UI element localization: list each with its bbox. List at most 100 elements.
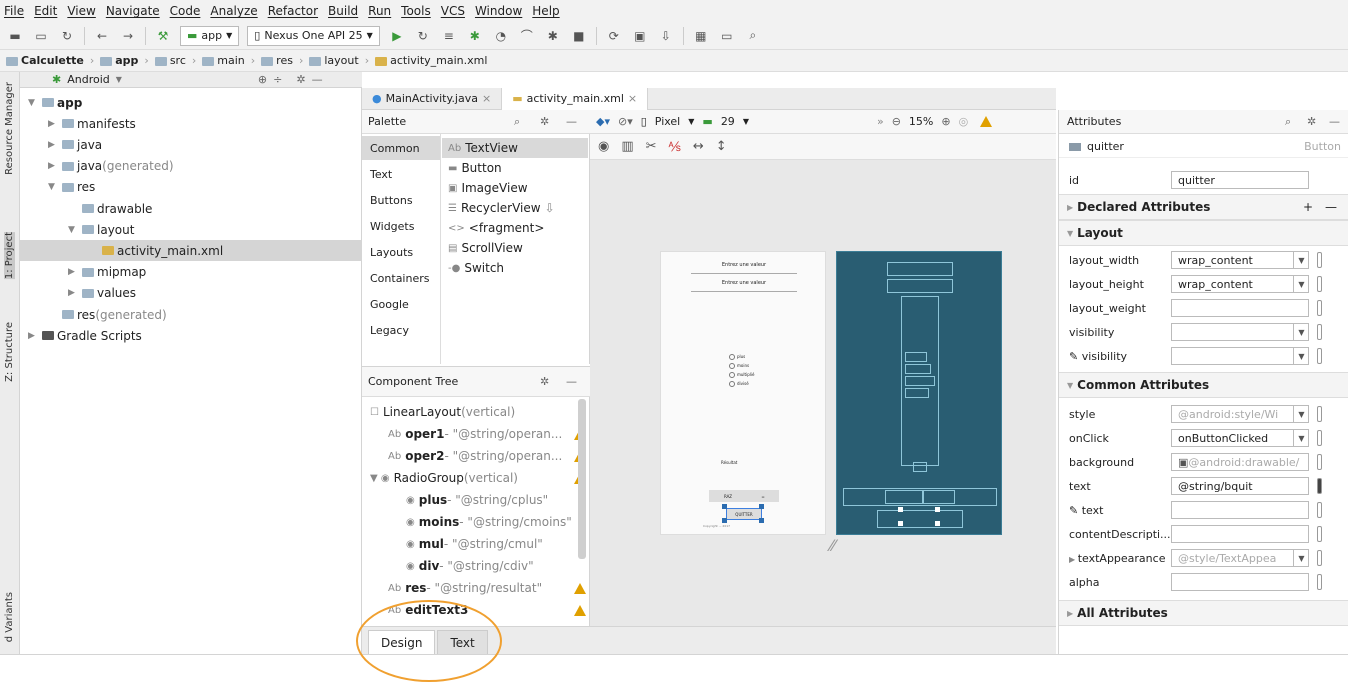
gear-icon[interactable]: ✲ bbox=[540, 375, 549, 388]
search-icon[interactable]: ⌕ bbox=[744, 27, 762, 45]
chevron-down-icon[interactable]: ▼ bbox=[1293, 549, 1309, 567]
add-icon[interactable]: + bbox=[1303, 200, 1313, 214]
debug-icon[interactable]: ✱ bbox=[466, 27, 484, 45]
chevron-icon[interactable]: ▼ bbox=[48, 182, 62, 192]
resize-handle[interactable] bbox=[898, 521, 903, 526]
menu-item-navigate[interactable]: Navigate bbox=[106, 4, 160, 18]
palette-item[interactable]: -● Switch bbox=[442, 258, 588, 278]
menu-item-tools[interactable]: Tools bbox=[401, 4, 431, 18]
menu-item-analyze[interactable]: Analyze bbox=[210, 4, 257, 18]
attr-value-input[interactable]: @string/bquit bbox=[1171, 477, 1309, 495]
search-icon[interactable]: ⌕ bbox=[514, 115, 520, 129]
resize-handle[interactable] bbox=[722, 518, 727, 523]
collapse-icon[interactable]: ÷ bbox=[273, 73, 282, 86]
palette-item[interactable]: Ab TextView bbox=[442, 138, 588, 158]
device-select[interactable]: ▯ Nexus One API 25 ▼ bbox=[247, 25, 380, 46]
tree-item[interactable]: ▶ java (generated) bbox=[20, 156, 362, 177]
resource-picker-icon[interactable] bbox=[1317, 550, 1322, 566]
component-tree-row[interactable]: ☐ LinearLayout (vertical) bbox=[370, 401, 515, 423]
menu-item-build[interactable]: Build bbox=[328, 4, 358, 18]
menu-item-refactor[interactable]: Refactor bbox=[268, 4, 318, 18]
palette-category[interactable]: Text bbox=[362, 162, 440, 186]
resource-picker-icon[interactable] bbox=[1317, 300, 1322, 316]
attr-value-input[interactable] bbox=[1171, 501, 1309, 519]
warning-icon[interactable] bbox=[980, 116, 993, 127]
layout-inspector-icon[interactable]: ▭ bbox=[718, 27, 736, 45]
menu-item-help[interactable]: Help bbox=[532, 4, 559, 18]
api-level-select[interactable]: 29 bbox=[721, 115, 735, 128]
chevron-icon[interactable]: ▶ bbox=[68, 288, 82, 298]
attr-value-input[interactable]: wrap_content bbox=[1171, 275, 1309, 293]
stop-icon[interactable]: ■ bbox=[570, 27, 588, 45]
palette-category[interactable]: Widgets bbox=[362, 214, 440, 238]
component-tree-row[interactable]: Ab res - "@string/resultat" bbox=[388, 577, 542, 599]
radio-preview[interactable]: multiplié bbox=[729, 370, 754, 379]
palette-category[interactable]: Layouts bbox=[362, 240, 440, 264]
apply-changes-icon[interactable]: ↻ bbox=[414, 27, 432, 45]
open-folder-icon[interactable]: ▬ bbox=[6, 27, 24, 45]
chevron-down-icon[interactable]: ▼ bbox=[1293, 275, 1309, 293]
attr-value-input[interactable]: @style/TextAppea bbox=[1171, 549, 1309, 567]
minimize-icon[interactable]: — bbox=[1329, 115, 1340, 128]
common-attributes-section[interactable]: ▼ Common Attributes bbox=[1059, 372, 1348, 398]
back-icon[interactable]: ← bbox=[93, 27, 111, 45]
layers-icon[interactable]: ◆▾ bbox=[596, 115, 610, 128]
zoom-out-icon[interactable]: ⊖ bbox=[892, 115, 901, 128]
menu-item-edit[interactable]: Edit bbox=[34, 4, 57, 18]
chevron-down-icon[interactable]: ▼ bbox=[1293, 429, 1309, 447]
gear-icon[interactable]: ✲ bbox=[296, 73, 305, 86]
close-icon[interactable]: × bbox=[482, 92, 491, 105]
hammer-icon[interactable]: ⚒ bbox=[154, 27, 172, 45]
layout-section[interactable]: ▼ Layout bbox=[1059, 220, 1348, 246]
component-tree-row[interactable]: ▼ ◉ RadioGroup (vertical) bbox=[370, 467, 518, 489]
forward-icon[interactable]: → bbox=[119, 27, 137, 45]
minimize-icon[interactable]: — bbox=[312, 73, 323, 86]
resize-handle[interactable] bbox=[722, 504, 727, 509]
resource-picker-icon[interactable] bbox=[1317, 574, 1322, 590]
menu-item-code[interactable]: Code bbox=[170, 4, 201, 18]
all-attributes-section[interactable]: ▶ All Attributes bbox=[1059, 600, 1348, 626]
resize-corner-icon[interactable]: ⁄⁄ bbox=[830, 536, 835, 555]
tree-item[interactable]: ▶ java bbox=[20, 134, 362, 155]
breadcrumb-item[interactable]: main bbox=[202, 54, 245, 67]
breadcrumb-item[interactable]: activity_main.xml bbox=[375, 54, 487, 67]
chevron-down-icon[interactable]: ▼ bbox=[1293, 347, 1309, 365]
component-tree-row[interactable]: ◉ mul - "@string/cmul" bbox=[406, 533, 543, 555]
palette-item[interactable]: ▬ Button bbox=[442, 158, 588, 178]
raz-button-preview[interactable]: RAZ bbox=[709, 490, 747, 502]
chevron-down-icon[interactable]: ▼ bbox=[1293, 251, 1309, 269]
resource-manager-tab[interactable]: Resource Manager bbox=[4, 82, 15, 175]
warning-icon[interactable] bbox=[574, 605, 586, 616]
minimize-icon[interactable]: — bbox=[566, 375, 577, 388]
oper2-preview[interactable]: Entrez une valeur bbox=[691, 280, 797, 292]
resource-picker-icon[interactable] bbox=[1317, 276, 1322, 292]
palette-category[interactable]: Common bbox=[362, 136, 440, 160]
chevron-down-icon[interactable]: ▼ bbox=[1293, 405, 1309, 423]
chevron-icon[interactable]: ▶ bbox=[48, 140, 62, 150]
tree-item[interactable]: ▶ mipmap bbox=[20, 262, 362, 283]
resource-picker-icon[interactable] bbox=[1317, 324, 1322, 340]
eye-icon[interactable]: ◉ bbox=[598, 139, 609, 154]
chevron-icon[interactable]: ▶ bbox=[28, 331, 42, 341]
download-icon[interactable]: ⇩ bbox=[545, 201, 555, 215]
gear-icon[interactable]: ✲ bbox=[1307, 115, 1316, 128]
id-input[interactable]: quitter bbox=[1171, 171, 1309, 189]
expand-vertical-icon[interactable]: ↕ bbox=[716, 139, 727, 154]
target-icon[interactable]: ⊕ bbox=[258, 73, 267, 86]
chevron-icon[interactable]: ▶ bbox=[68, 267, 82, 277]
palette-item[interactable]: ▤ ScrollView bbox=[442, 238, 588, 258]
resource-picker-icon[interactable] bbox=[1317, 526, 1322, 542]
resource-picker-icon[interactable] bbox=[1317, 430, 1322, 446]
tree-item[interactable]: res (generated) bbox=[20, 304, 362, 325]
zoom-fit-icon[interactable]: ◎ bbox=[959, 115, 969, 128]
tree-item[interactable]: ▼ layout bbox=[20, 219, 362, 240]
avd-manager-icon[interactable]: ▣ bbox=[631, 27, 649, 45]
resize-handle[interactable] bbox=[935, 521, 940, 526]
sync-icon[interactable]: ↻ bbox=[58, 27, 76, 45]
resource-picker-icon[interactable] bbox=[1317, 502, 1322, 518]
oper1-preview[interactable]: Entrez une valeur bbox=[691, 262, 797, 274]
radio-preview[interactable]: plus bbox=[729, 352, 754, 361]
guidelines-icon[interactable]: ▥ bbox=[621, 139, 633, 154]
menu-item-run[interactable]: Run bbox=[368, 4, 391, 18]
warning-icon[interactable] bbox=[574, 583, 586, 594]
